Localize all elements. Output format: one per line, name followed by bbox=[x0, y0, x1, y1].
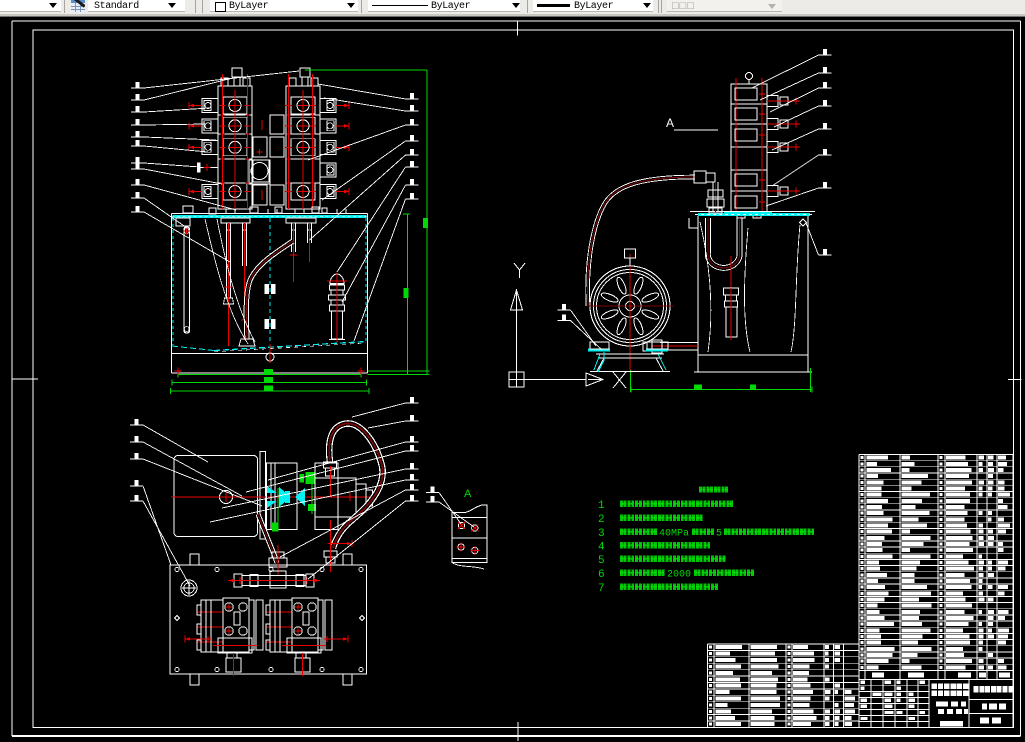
svg-text:A: A bbox=[464, 488, 472, 500]
svg-text:2: 2 bbox=[598, 514, 605, 526]
svg-text:6: 6 bbox=[598, 569, 605, 581]
svg-text:5: 5 bbox=[598, 555, 605, 567]
svg-text:A: A bbox=[666, 116, 674, 130]
svg-text:40MPa: 40MPa bbox=[659, 528, 689, 539]
svg-text:3: 3 bbox=[598, 528, 605, 540]
svg-text:1: 1 bbox=[598, 500, 605, 512]
svg-text:2000: 2000 bbox=[667, 569, 691, 580]
svg-text:7: 7 bbox=[598, 583, 605, 595]
svg-text:5: 5 bbox=[716, 528, 722, 539]
svg-text:4: 4 bbox=[598, 542, 605, 554]
